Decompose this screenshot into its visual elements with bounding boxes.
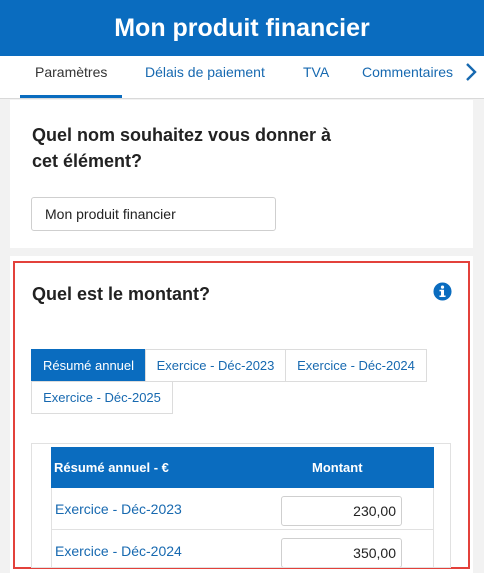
period-tab-dec-2025[interactable]: Exercice - Déc-2025 bbox=[31, 381, 173, 414]
amount-table: Résumé annuel - € Montant Exercice - Déc… bbox=[31, 443, 451, 568]
period-tab-resume-annuel[interactable]: Résumé annuel bbox=[31, 349, 146, 382]
table-row: Exercice - Déc-2023 bbox=[51, 488, 434, 530]
column-header-amount: Montant bbox=[312, 460, 363, 475]
chevron-right-icon[interactable] bbox=[464, 62, 478, 82]
page-title: Mon produit financier bbox=[114, 13, 370, 42]
amount-question: Quel est le montant? bbox=[32, 284, 211, 304]
tab-commentaires[interactable]: Commentaires bbox=[362, 56, 453, 96]
column-header-period: Résumé annuel - € bbox=[54, 460, 169, 475]
tab-parametres[interactable]: Paramètres bbox=[20, 56, 123, 98]
tab-delais-de-paiement[interactable]: Délais de paiement bbox=[145, 56, 265, 96]
row-period-link[interactable]: Exercice - Déc-2023 bbox=[55, 501, 182, 517]
name-question: Quel nom souhaitez vous donner à cet élé… bbox=[32, 125, 332, 171]
period-tab-dec-2023[interactable]: Exercice - Déc-2023 bbox=[145, 349, 286, 382]
info-circle-icon[interactable] bbox=[433, 282, 452, 301]
app-header: Mon produit financier bbox=[0, 0, 484, 56]
tab-bar: Paramètres Délais de paiement TVA Commen… bbox=[0, 56, 484, 99]
tab-tva[interactable]: TVA bbox=[303, 56, 329, 96]
table-row: Exercice - Déc-2024 bbox=[51, 530, 434, 567]
table-header: Résumé annuel - € Montant bbox=[51, 447, 434, 488]
amount-input[interactable] bbox=[281, 538, 402, 567]
period-tab-dec-2024[interactable]: Exercice - Déc-2024 bbox=[285, 349, 427, 382]
name-input[interactable] bbox=[31, 197, 276, 231]
row-period-link[interactable]: Exercice - Déc-2024 bbox=[55, 543, 182, 559]
amount-input[interactable] bbox=[281, 496, 402, 526]
